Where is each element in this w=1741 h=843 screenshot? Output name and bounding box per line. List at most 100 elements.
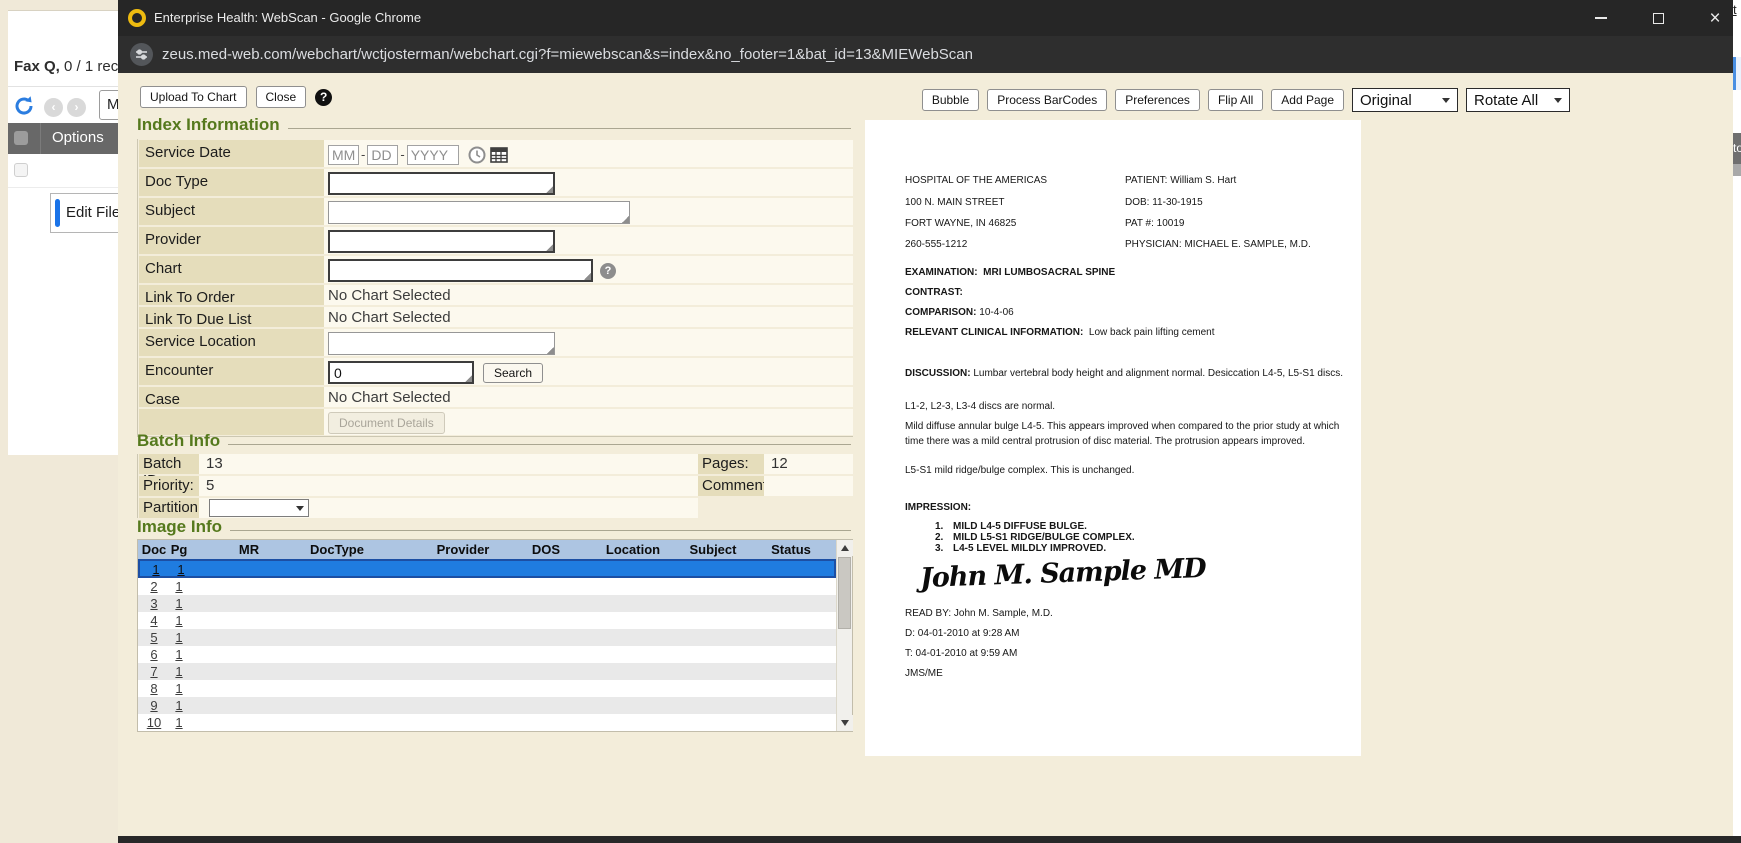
partition-cell	[199, 498, 698, 518]
window-title: Enterprise Health: WebScan - Google Chro…	[154, 0, 421, 36]
doc-link[interactable]: 3	[150, 596, 157, 611]
minimize-button[interactable]	[1585, 0, 1617, 36]
date-separator: -	[400, 147, 404, 162]
pg-link[interactable]: 1	[175, 681, 182, 696]
case-row: Case No Chart Selected	[139, 387, 853, 407]
maximize-button[interactable]	[1642, 0, 1674, 36]
doc-link[interactable]: 2	[150, 579, 157, 594]
help-icon[interactable]: ?	[315, 89, 332, 106]
pg-link[interactable]: 1	[175, 664, 182, 679]
pg-link[interactable]: 1	[175, 613, 182, 628]
triangle-up-icon	[841, 545, 849, 551]
pg-link[interactable]: 1	[175, 579, 182, 594]
table-row-selected[interactable]: 11	[138, 559, 836, 578]
preferences-button[interactable]: Preferences	[1115, 89, 1200, 111]
doc-link[interactable]: 6	[150, 647, 157, 662]
refresh-icon[interactable]	[12, 94, 36, 118]
table-row[interactable]: 10 1	[138, 714, 836, 731]
scroll-down-button[interactable]	[837, 715, 853, 731]
facility-name: HOSPITAL OF THE AMERICAS	[905, 175, 1047, 186]
discussion-text: Lumbar vertebral body height and alignme…	[973, 368, 1343, 379]
flip-all-button[interactable]: Flip All	[1208, 89, 1263, 111]
facility-street: 100 N. MAIN STREET	[905, 197, 1004, 208]
date-separator: -	[361, 147, 365, 162]
table-row[interactable]: 61	[138, 646, 836, 663]
image-table-wrap: Doc Pg MR DocType Provider DOS Location …	[137, 539, 853, 732]
chart-input[interactable]	[328, 259, 593, 282]
scroll-up-button[interactable]	[837, 540, 853, 556]
pg-link[interactable]: 1	[175, 596, 182, 611]
edit-file-button[interactable]: Edit File C	[50, 193, 118, 233]
address-url[interactable]: zeus.med-web.com/webchart/wctjosterman/w…	[162, 36, 973, 73]
table-row[interactable]: 51	[138, 629, 836, 646]
bubble-button[interactable]: Bubble	[922, 89, 979, 111]
clipped-focused-element	[1733, 57, 1741, 90]
legend-line	[288, 128, 851, 129]
doc-link[interactable]: 10	[147, 715, 161, 730]
comparison-label: COMPARISON:	[905, 307, 976, 318]
doc-link[interactable]: 8	[150, 681, 157, 696]
encounter-search-button[interactable]: Search	[483, 363, 543, 383]
doc-link[interactable]: 1	[152, 562, 159, 577]
rotate-all-select[interactable]: Rotate All	[1466, 88, 1570, 112]
calendar-icon[interactable]	[490, 146, 508, 163]
close-button[interactable]: Close	[256, 86, 307, 108]
upload-to-chart-button[interactable]: Upload To Chart	[140, 86, 247, 108]
index-form: Service Date - -	[137, 139, 853, 437]
service-date-month-input[interactable]	[328, 145, 359, 165]
table-row[interactable]: 41	[138, 612, 836, 629]
comment-value	[764, 476, 853, 496]
doc-link[interactable]: 4	[150, 613, 157, 628]
encounter-value: Search	[324, 358, 853, 385]
partition-select[interactable]	[209, 499, 309, 517]
encounter-input[interactable]	[328, 361, 474, 384]
no-chart-selected-text: No Chart Selected	[328, 389, 451, 406]
title-bar[interactable]: Enterprise Health: WebScan - Google Chro…	[118, 0, 1733, 36]
fax-list-row[interactable]	[8, 154, 118, 188]
service-date-day-input[interactable]	[367, 145, 398, 165]
table-row[interactable]: 21	[138, 578, 836, 595]
add-page-button[interactable]: Add Page	[1271, 89, 1344, 111]
clock-icon[interactable]	[468, 146, 486, 164]
select-all-checkbox[interactable]	[14, 131, 28, 145]
batch-table: Batch ID: 13 Pages: 12 Priority: 5 Comme…	[137, 454, 853, 518]
subject-input[interactable]	[328, 201, 630, 224]
prev-page-button[interactable]: ‹	[44, 98, 63, 117]
chevron-down-icon	[1554, 98, 1562, 103]
pg-link[interactable]: 1	[175, 647, 182, 662]
table-row[interactable]: 31	[138, 595, 836, 612]
next-page-button[interactable]: ›	[67, 98, 86, 117]
transcribed-line: T: 04-01-2010 at 9:59 AM	[905, 648, 1017, 659]
scrollbar-thumb[interactable]	[838, 557, 851, 629]
pg-link[interactable]: 1	[177, 562, 184, 577]
pg-link[interactable]: 1	[175, 630, 182, 645]
batch-id-label: Batch ID:	[139, 454, 199, 474]
pg-link[interactable]: 1	[175, 715, 182, 730]
doc-link[interactable]: 5	[150, 630, 157, 645]
no-chart-selected-text: No Chart Selected	[328, 309, 451, 326]
provider-input[interactable]	[328, 230, 555, 253]
table-row[interactable]: 71	[138, 663, 836, 680]
impression-text: MILD L4-5 DIFFUSE BULGE.	[953, 521, 1087, 532]
doc-link[interactable]: 9	[150, 698, 157, 713]
batch-row-1: Batch ID: 13 Pages: 12	[139, 454, 853, 474]
doc-link[interactable]: 7	[150, 664, 157, 679]
link-to-order-value: No Chart Selected	[324, 285, 853, 305]
close-window-button[interactable]: ×	[1699, 0, 1731, 36]
triangle-down-icon	[841, 720, 849, 726]
service-date-year-input[interactable]	[407, 145, 459, 165]
table-row[interactable]: 81	[138, 680, 836, 697]
zoom-select[interactable]: Original	[1352, 88, 1458, 112]
impression-text: MILD L5-S1 RIDGE/BULGE COMPLEX.	[953, 532, 1135, 543]
process-barcodes-button[interactable]: Process BarCodes	[987, 89, 1107, 111]
service-location-input[interactable]	[328, 332, 555, 355]
table-scrollbar[interactable]	[836, 540, 852, 731]
dictated-line: D: 04-01-2010 at 9:28 AM	[905, 628, 1020, 639]
col-doctype: DocType	[310, 542, 364, 557]
row-checkbox[interactable]	[14, 163, 28, 177]
table-row[interactable]: 91	[138, 697, 836, 714]
pg-link[interactable]: 1	[175, 698, 182, 713]
chart-help-icon[interactable]: ?	[600, 263, 616, 279]
site-info-icon[interactable]	[130, 43, 153, 66]
doc-type-input[interactable]	[328, 172, 555, 195]
